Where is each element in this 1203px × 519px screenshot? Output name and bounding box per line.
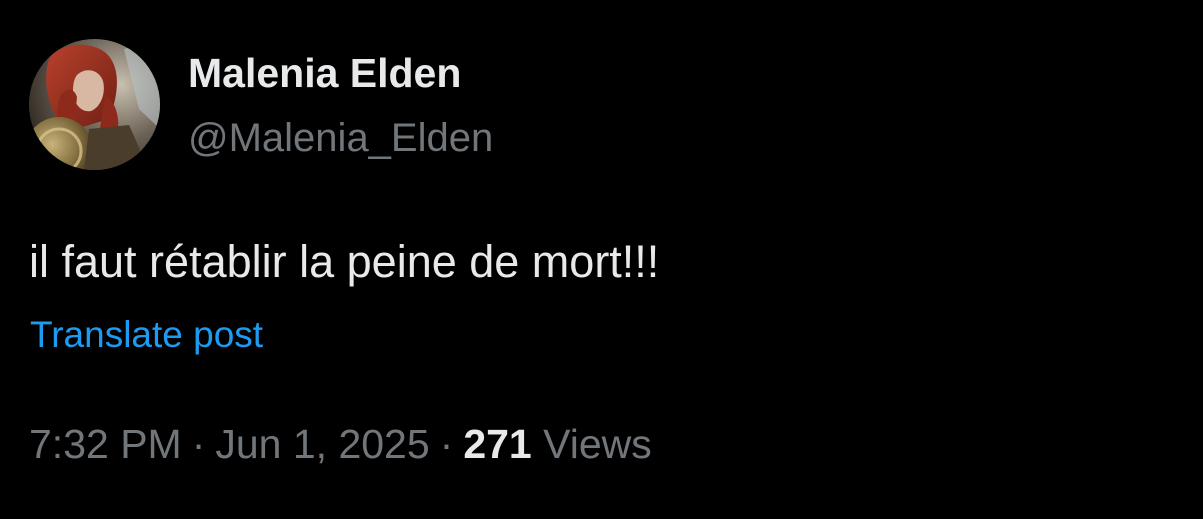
avatar[interactable] [29, 39, 160, 170]
post-card: Malenia Elden @Malenia_Elden il faut rét… [0, 0, 1203, 519]
display-name[interactable]: Malenia Elden [188, 50, 461, 96]
meta-separator: · [191, 421, 206, 467]
meta-separator: · [439, 421, 454, 467]
translate-post-link[interactable]: Translate post [30, 313, 263, 357]
views-count: 271 [463, 421, 532, 467]
user-handle[interactable]: @Malenia_Elden [188, 115, 493, 161]
views-label: Views [543, 421, 652, 467]
avatar-image [29, 39, 160, 170]
post-date[interactable]: Jun 1, 2025 [215, 421, 429, 467]
post-text: il faut rétablir la peine de mort!!! [29, 236, 660, 287]
post-time[interactable]: 7:32 PM [29, 421, 182, 467]
post-metadata: 7:32 PM · Jun 1, 2025 · 271 Views [29, 420, 652, 468]
